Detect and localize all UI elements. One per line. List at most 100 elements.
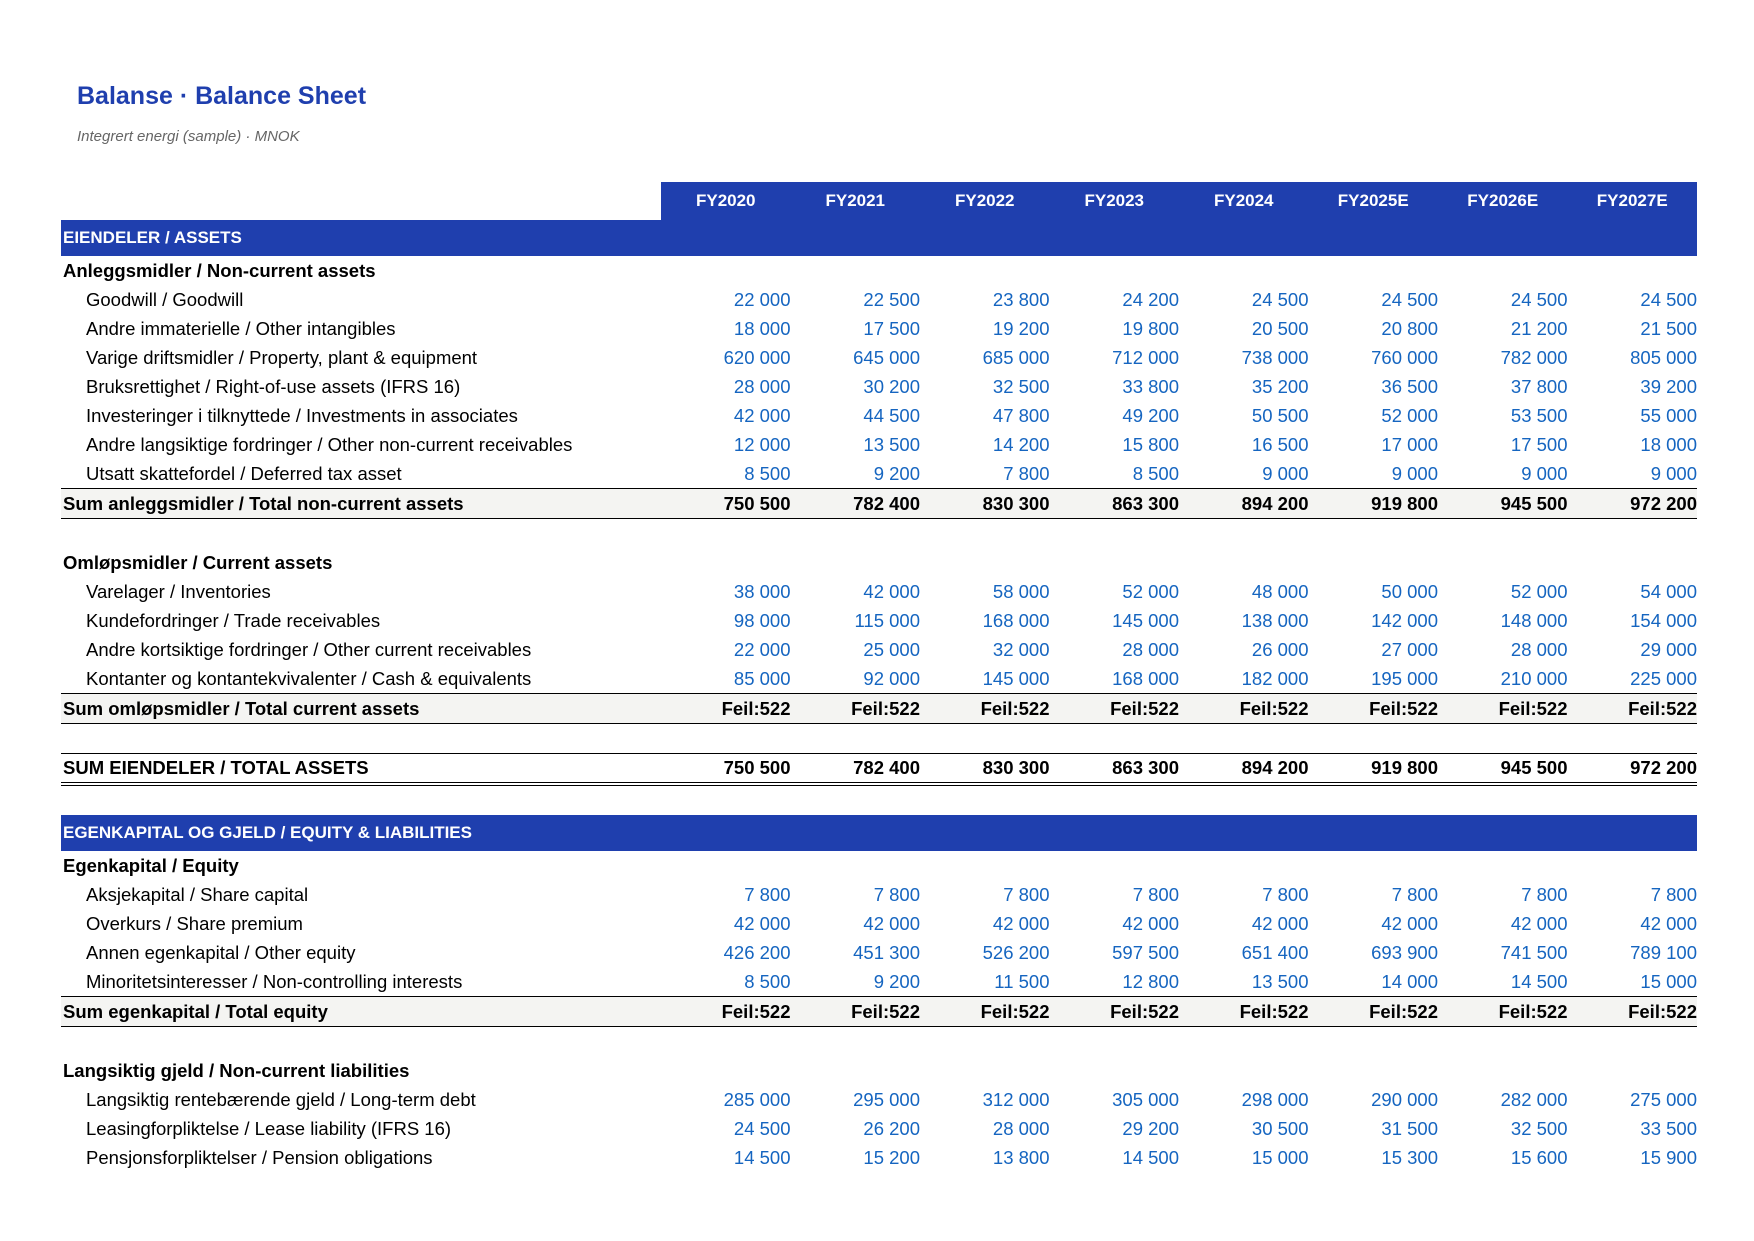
grand-total-row-value: 945 500 [1438, 753, 1568, 786]
subtotal-row-value: Feil:522 [1438, 693, 1568, 724]
value-cell: 24 500 [733, 1117, 791, 1139]
value-cell: 7 800 [1003, 462, 1050, 484]
value-cell: 33 500 [1640, 1117, 1697, 1139]
value-cell: 20 500 [1251, 317, 1309, 339]
value-cell: 138 000 [1241, 609, 1309, 631]
empty-cell [1438, 851, 1568, 880]
line-item-label: Aksjekapital / Share capital [86, 883, 309, 905]
line-item-row: Overkurs / Share premium 42 000 42 000 42 0… [61, 909, 1697, 938]
value-cell: 451 300 [853, 941, 920, 963]
page-title: Balanse · Balance Sheet [77, 82, 367, 110]
subtotal-row-value: Feil:522 [1308, 996, 1438, 1027]
value-cell: 15 800 [1122, 433, 1179, 455]
year-header: FY2025E [1308, 182, 1438, 220]
group-heading-row: Omløpsmidler / Current assets [61, 548, 1697, 577]
value-cell: 426 200 [723, 941, 791, 963]
value-cell: 21 500 [1640, 317, 1697, 339]
line-item-row: Bruksrettighet / Right-of-use assets (IF… [61, 372, 1697, 401]
value-cell: 782 000 [1500, 346, 1568, 368]
value-cell: 526 200 [982, 941, 1050, 963]
value-cell: 620 000 [723, 346, 791, 368]
year-header: FY2027E [1567, 182, 1697, 220]
empty-cell [1179, 256, 1309, 285]
value-cell: 50 000 [1381, 580, 1438, 602]
value-cell: 42 000 [1381, 912, 1438, 934]
empty-cell [661, 256, 791, 285]
year-header: FY2020 [661, 182, 791, 220]
value-cell: 42 000 [863, 580, 920, 602]
value-cell: 145 000 [982, 667, 1050, 689]
value-cell: 11 500 [994, 970, 1050, 992]
value-cell: 13 500 [863, 433, 920, 455]
value-cell: 9 000 [1650, 462, 1697, 484]
group-heading-row: Egenkapital / Equity [61, 851, 1697, 880]
empty-cell [791, 851, 921, 880]
value-cell: 22 500 [863, 288, 920, 310]
value-cell: 24 500 [1510, 288, 1568, 310]
subtotal-row-value: Feil:522 [661, 996, 791, 1027]
value-cell: 42 000 [863, 912, 920, 934]
empty-cell [1568, 548, 1698, 577]
line-item-label: Varige driftsmidler / Property, plant & … [86, 346, 478, 368]
line-item-row: Andre langsiktige fordringer / Other non… [61, 430, 1697, 459]
value-cell: 27 000 [1381, 638, 1438, 660]
value-cell: 7 800 [1262, 883, 1309, 905]
grand-total-row-value: 894 200 [1179, 753, 1309, 786]
value-cell: 15 000 [1640, 970, 1697, 992]
value-cell: 21 200 [1510, 317, 1568, 339]
value-cell: 28 000 [733, 375, 791, 397]
value-cell: 28 000 [1122, 638, 1179, 660]
value-cell: 19 800 [1122, 317, 1179, 339]
empty-cell [791, 1056, 921, 1085]
line-item-label: Overkurs / Share premium [86, 912, 303, 934]
value-cell: 7 800 [873, 883, 920, 905]
value-cell: 42 000 [1122, 912, 1179, 934]
empty-cell [791, 256, 921, 285]
line-item-label: Goodwill / Goodwill [86, 288, 244, 310]
value-cell: 7 800 [1521, 883, 1568, 905]
year-header: FY2023 [1049, 182, 1179, 220]
value-cell: 19 200 [992, 317, 1050, 339]
grand-total-row-value: 750 500 [661, 753, 791, 786]
value-cell: 24 500 [1381, 288, 1438, 310]
value-cell: 7 800 [744, 883, 791, 905]
value-cell: 168 000 [1112, 667, 1179, 689]
spacer-cell [61, 724, 1697, 754]
subtotal-row: Sum anleggsmidler / Total non-current as… [61, 488, 1697, 519]
value-cell: 8 500 [744, 970, 791, 992]
value-cell: 24 500 [1640, 288, 1697, 310]
subtotal-row-value: 919 800 [1308, 488, 1438, 519]
subtotal-row-value: Feil:522 [920, 996, 1050, 1027]
line-item-label: Pensjonsforpliktelser / Pension obligati… [86, 1146, 433, 1168]
value-cell: 312 000 [982, 1088, 1050, 1110]
line-item-row: Andre immaterielle / Other intangibles 18… [61, 314, 1697, 343]
value-cell: 14 500 [733, 1146, 791, 1168]
value-cell: 31 500 [1381, 1117, 1438, 1139]
value-cell: 42 000 [733, 404, 791, 426]
empty-cell [1309, 1056, 1439, 1085]
value-cell: 295 000 [853, 1088, 920, 1110]
year-header: FY2024 [1179, 182, 1309, 220]
empty-cell [661, 1056, 791, 1085]
empty-cell [1050, 1056, 1180, 1085]
value-cell: 42 000 [733, 912, 791, 934]
subtotal-row-value: Feil:522 [1049, 996, 1179, 1027]
value-cell: 42 000 [1640, 912, 1697, 934]
page-subtitle: Integrert energi (sample) · MNOK [77, 128, 300, 145]
subtotal-row-value: Feil:522 [790, 693, 920, 724]
value-cell: 115 000 [854, 609, 921, 631]
line-item-label: Kontanter og kontantekvivalenter / Cash … [86, 667, 532, 689]
value-cell: 285 000 [723, 1088, 791, 1110]
value-cell: 738 000 [1241, 346, 1309, 368]
value-cell: 195 000 [1371, 667, 1438, 689]
value-cell: 15 000 [1251, 1146, 1309, 1168]
grand-total-row-value: 782 400 [790, 753, 920, 786]
value-cell: 16 500 [1251, 433, 1309, 455]
empty-cell [920, 1056, 1050, 1085]
value-cell: 24 200 [1122, 288, 1179, 310]
subtotal-row-value: Feil:522 [1308, 693, 1438, 724]
value-cell: 182 000 [1241, 667, 1309, 689]
subtotal-row: Sum omløpsmidler / Total current assets F… [61, 693, 1697, 724]
empty-cell [661, 851, 791, 880]
value-cell: 14 500 [1122, 1146, 1179, 1168]
